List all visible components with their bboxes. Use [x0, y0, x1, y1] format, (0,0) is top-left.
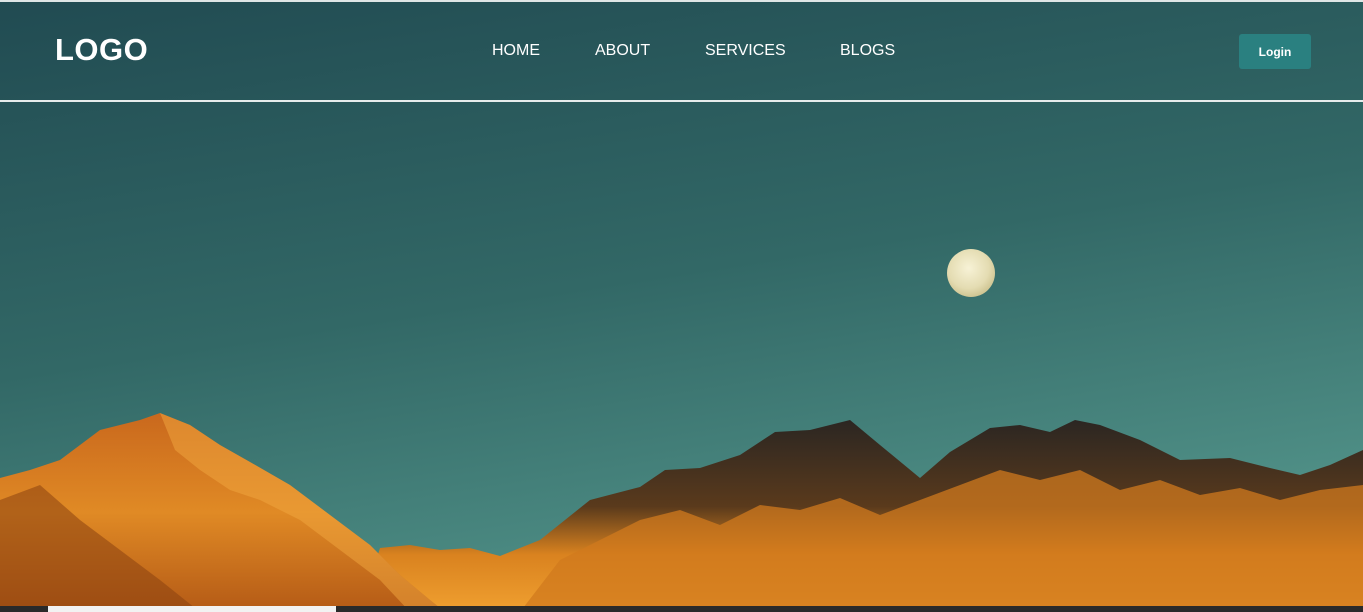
header-divider	[0, 100, 1363, 102]
site-header: LOGO HOME ABOUT SERVICES BLOGS Login	[0, 2, 1363, 100]
nav-about[interactable]: ABOUT	[595, 41, 650, 61]
nav-home[interactable]: HOME	[492, 41, 540, 61]
moon	[947, 249, 995, 297]
nav-services[interactable]: SERVICES	[705, 41, 786, 61]
main-nav: HOME ABOUT SERVICES BLOGS	[0, 41, 1363, 63]
scrollbar-thumb[interactable]	[48, 606, 336, 612]
nav-blogs[interactable]: BLOGS	[840, 41, 895, 61]
login-button[interactable]: Login	[1239, 34, 1311, 69]
